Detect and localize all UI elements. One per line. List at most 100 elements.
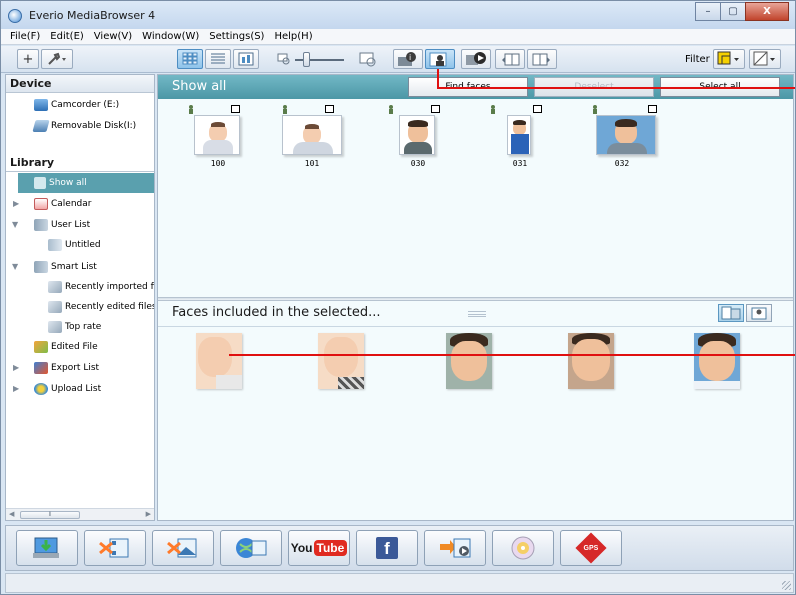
sidebar-item-recently-imported[interactable]: Recently imported files	[48, 277, 154, 297]
select-checkbox[interactable]	[325, 105, 334, 113]
add-button[interactable]: +	[17, 49, 39, 69]
select-checkbox[interactable]	[431, 105, 440, 113]
rotate-left-icon	[502, 53, 520, 66]
menu-help[interactable]: Help(H)	[269, 31, 317, 42]
collapse-arrow-icon[interactable]: ▼	[12, 262, 18, 271]
sidebar-item-show-all[interactable]: Show all	[18, 173, 154, 193]
list-icon	[48, 239, 62, 251]
menu-settings[interactable]: Settings(S)	[204, 31, 269, 42]
media-thumbnail[interactable]: 101	[282, 105, 342, 169]
web-upload-button[interactable]	[220, 530, 282, 566]
sidebar-item-calendar[interactable]: Calendar	[34, 194, 91, 214]
youtube-button[interactable]: You Tube	[288, 530, 350, 566]
maximize-button[interactable]: ▢	[720, 2, 746, 21]
import-button[interactable]	[16, 530, 78, 566]
media-thumbnail[interactable]: 032	[592, 105, 657, 169]
sidebar-item-export-list[interactable]: Export List	[34, 358, 99, 378]
sidebar-item-edited-file[interactable]: Edited File	[34, 337, 98, 357]
faces-view-large-button[interactable]	[718, 304, 744, 322]
device-camcorder[interactable]: Camcorder (E:)	[34, 95, 119, 115]
video-edit-icon	[99, 538, 129, 558]
app-logo-icon	[8, 9, 22, 23]
rotate-right-button[interactable]	[527, 49, 557, 69]
sidebar-item-user-list[interactable]: User List	[34, 215, 90, 235]
play-icon	[466, 52, 486, 65]
person-icon	[389, 105, 393, 114]
select-checkbox[interactable]	[533, 105, 542, 113]
tools-button[interactable]	[41, 49, 73, 69]
disc-button[interactable]	[492, 530, 554, 566]
device-removable-disk-label: Removable Disk(I:)	[51, 121, 137, 131]
faces-small-icon	[751, 307, 767, 320]
photo-image	[399, 115, 435, 155]
menu-bar: File(F) Edit(E) View(V) Window(W) Settin…	[1, 29, 795, 45]
scroll-right-icon[interactable]: ▶	[146, 510, 151, 518]
menu-file[interactable]: File(F)	[5, 31, 45, 42]
filter-label: Filter	[685, 54, 710, 65]
scroll-left-icon[interactable]: ◀	[9, 510, 14, 518]
faces-view-small-button[interactable]	[746, 304, 772, 322]
menu-window[interactable]: Window(W)	[137, 31, 204, 42]
zoom-slider-thumb[interactable]	[303, 52, 310, 67]
close-button[interactable]: X	[745, 2, 789, 21]
minimize-button[interactable]: –	[695, 2, 721, 21]
person-icon	[189, 105, 193, 114]
face-thumbnail[interactable]	[446, 333, 492, 389]
face-thumbnail[interactable]	[196, 333, 242, 389]
zoom-in-icon	[359, 51, 377, 67]
list-view-button[interactable]	[205, 49, 231, 69]
sidebar-item-recently-edited[interactable]: Recently edited files	[48, 297, 154, 317]
splitter-grip-icon[interactable]	[468, 311, 486, 317]
plus-icon: +	[22, 51, 34, 67]
export-button[interactable]	[424, 530, 486, 566]
face-thumbnail[interactable]	[318, 333, 364, 389]
detail-view-button[interactable]	[233, 49, 259, 69]
thumbnail-label: 031	[512, 159, 528, 168]
sidebar-item-upload-list[interactable]: Upload List	[34, 379, 101, 399]
camcorder-icon	[34, 99, 48, 111]
sidebar-item-untitled[interactable]: Untitled	[48, 235, 101, 255]
scrollbar-thumb[interactable]: ⦀	[20, 511, 80, 519]
face-thumbnail[interactable]	[694, 333, 740, 389]
play-button[interactable]	[461, 49, 491, 69]
media-thumbnail[interactable]: 100	[188, 105, 248, 169]
pointer-line	[229, 354, 795, 356]
sidebar-item-label: Recently imported files	[65, 282, 154, 292]
gps-button[interactable]: GPS	[560, 530, 622, 566]
expand-arrow-icon[interactable]: ▶	[13, 363, 19, 372]
select-checkbox[interactable]	[231, 105, 240, 113]
sidebar-horizontal-scrollbar[interactable]: ◀ ⦀ ▶	[6, 508, 154, 520]
face-detect-button[interactable]	[425, 49, 455, 69]
expand-arrow-icon[interactable]: ▶	[13, 384, 19, 393]
window-controls: – ▢ X	[695, 2, 789, 21]
collapse-arrow-icon[interactable]: ▼	[12, 220, 18, 229]
device-removable-disk[interactable]: Removable Disk(I:)	[32, 116, 137, 136]
media-thumbnail[interactable]: 030	[388, 105, 448, 169]
resize-grip-icon[interactable]	[782, 581, 791, 590]
rotate-left-button[interactable]	[495, 49, 525, 69]
photo-edit-icon	[167, 538, 197, 558]
filter-rating-button[interactable]	[749, 49, 781, 69]
sidebar-item-top-rate[interactable]: Top rate	[48, 317, 101, 337]
sidebar-item-smart-list[interactable]: Smart List	[34, 257, 97, 277]
photo-image	[507, 115, 531, 155]
filter-type-button[interactable]	[713, 49, 745, 69]
expand-arrow-icon[interactable]: ▶	[13, 199, 19, 208]
menu-edit[interactable]: Edit(E)	[45, 31, 89, 42]
facebook-button[interactable]: f	[356, 530, 418, 566]
photo-edit-button[interactable]	[152, 530, 214, 566]
device-camcorder-label: Camcorder (E:)	[51, 100, 120, 110]
thumbnail-view-button[interactable]	[177, 49, 203, 69]
select-checkbox[interactable]	[648, 105, 657, 113]
face-detect-icon	[429, 52, 447, 67]
sidebar-item-label: Export List	[51, 363, 100, 373]
zoom-slider-track-right[interactable]	[310, 59, 344, 61]
menu-view[interactable]: View(V)	[89, 31, 137, 42]
filter-rating-icon	[753, 51, 775, 66]
media-thumbnail[interactable]: 031	[490, 105, 550, 169]
video-edit-button[interactable]	[84, 530, 146, 566]
info-button[interactable]: i	[393, 49, 423, 69]
face-thumbnail[interactable]	[568, 333, 614, 389]
faces-large-icon	[721, 306, 741, 320]
photo-image	[194, 115, 240, 155]
